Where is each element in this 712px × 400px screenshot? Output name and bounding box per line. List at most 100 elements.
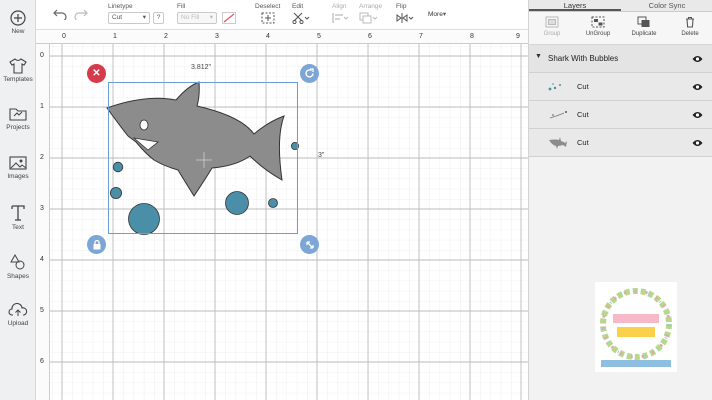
arrange-group[interactable]: Arrange: [359, 3, 382, 26]
nav-shapes[interactable]: Shapes: [0, 253, 36, 280]
folder-icon: [9, 108, 27, 121]
redo-icon[interactable]: [74, 7, 88, 25]
group-button[interactable]: Group: [529, 12, 575, 44]
edit-label: Edit: [292, 3, 304, 10]
group-icon: [545, 16, 559, 28]
ungroup-icon: [591, 16, 605, 28]
fill-label: Fill: [177, 3, 186, 10]
layer-tools: Group UnGroup Duplicate Delete: [529, 12, 712, 45]
bubbles-thumb-icon: [548, 83, 561, 91]
layer-row[interactable]: Cut: [529, 101, 712, 129]
lock-icon: [93, 239, 100, 250]
fill-color-swatch-icon[interactable]: [222, 12, 236, 24]
align-group[interactable]: Align: [332, 3, 350, 26]
nav-images-label: Images: [7, 173, 29, 180]
tab-layers[interactable]: Layers: [529, 0, 621, 11]
text-t-icon: [11, 205, 25, 221]
shirt-icon: [9, 58, 27, 74]
nav-images[interactable]: Images: [0, 155, 36, 180]
layer-label: Cut: [577, 138, 589, 147]
duplicate-icon: [637, 16, 650, 27]
design-canvas[interactable]: 0 1 2 3 4 5 6 7 8 9 0 1 2 3 4 5 6 3.812"…: [36, 30, 528, 400]
group-label: Group: [543, 31, 561, 37]
layer-label: Cut: [577, 82, 589, 91]
resize-handle[interactable]: [300, 235, 319, 254]
align-label: Align: [332, 3, 347, 10]
layer-group-row[interactable]: ▼ Shark With Bubbles: [529, 45, 712, 73]
deselect-icon: [261, 12, 275, 24]
nav-shapes-label: Shapes: [6, 273, 30, 280]
height-dimension-label: 3": [318, 152, 325, 159]
arrange-icon: [359, 12, 378, 24]
eye-icon[interactable]: [692, 55, 703, 63]
edit-group[interactable]: Edit: [292, 3, 310, 26]
scissors-icon: [292, 12, 310, 25]
align-icon: [332, 13, 349, 23]
rotate-icon: [305, 68, 314, 78]
plus-circle-icon: [10, 10, 26, 26]
layer-label: Cut: [577, 110, 589, 119]
linetype-group: Linetype Cut ▾?: [108, 3, 164, 24]
resize-diagonal-icon: [305, 240, 314, 249]
fill-value: No Fill: [181, 14, 200, 21]
duplicate-button[interactable]: Duplicate: [621, 12, 667, 44]
eye-icon[interactable]: [692, 139, 703, 147]
nav-new-label: New: [11, 28, 25, 35]
nav-upload-label: Upload: [7, 320, 29, 327]
linetype-value: Cut: [112, 14, 123, 21]
lock-handle[interactable]: [87, 235, 106, 254]
shark-thumb-icon: [549, 137, 567, 149]
eye-icon[interactable]: [692, 83, 703, 91]
bubbles-line-thumb-icon: [549, 111, 567, 119]
arrange-label: Arrange: [359, 3, 383, 10]
fill-group: Fill No Fill ▾: [177, 3, 236, 24]
delete-handle[interactable]: ✕: [87, 64, 106, 83]
shapes-icon: [10, 253, 25, 270]
rotate-handle[interactable]: [300, 64, 319, 83]
nav-text-label: Text: [12, 224, 24, 231]
nav-projects-label: Projects: [6, 124, 30, 131]
deselect-label: Deselect: [255, 3, 281, 10]
linetype-select[interactable]: Cut ▾: [108, 12, 150, 24]
chevron-down-icon: ▾: [142, 14, 146, 21]
cloud-upload-icon: [8, 302, 28, 316]
linetype-label: Linetype: [108, 3, 133, 10]
flip-group[interactable]: Flip: [396, 3, 414, 26]
image-icon: [9, 156, 27, 170]
watermark-logo: [595, 282, 677, 372]
layer-row[interactable]: Cut: [529, 129, 712, 157]
chevron-down-icon: ▾: [209, 14, 213, 21]
selection-bounding-box[interactable]: [108, 82, 298, 234]
width-dimension-label: 3.812": [191, 64, 212, 71]
flip-icon: [396, 13, 414, 23]
nav-new[interactable]: New: [0, 10, 36, 35]
layer-row[interactable]: Cut: [529, 73, 712, 101]
undo-icon[interactable]: [53, 7, 67, 25]
more-label: More: [428, 11, 443, 18]
left-navigation: New Templates Projects Images Text Shape…: [0, 0, 36, 400]
delete-button[interactable]: Delete: [667, 12, 712, 44]
caret-down-icon[interactable]: ▼: [535, 53, 542, 60]
linetype-help-button[interactable]: ?: [153, 12, 164, 24]
delete-label: Delete: [681, 31, 699, 37]
tab-color-sync[interactable]: Color Sync: [621, 0, 712, 11]
nav-upload[interactable]: Upload: [0, 302, 36, 327]
more-button[interactable]: More▾: [428, 10, 446, 18]
fill-select[interactable]: No Fill ▾: [177, 12, 217, 24]
flip-label: Flip: [396, 3, 407, 10]
layers-panel: Layers Color Sync Group UnGroup Duplicat…: [528, 0, 712, 400]
nav-text[interactable]: Text: [0, 204, 36, 231]
top-toolbar: Linetype Cut ▾? Fill No Fill ▾ Deselect Ed…: [36, 0, 528, 30]
ungroup-label: UnGroup: [585, 31, 611, 37]
nav-projects[interactable]: Projects: [0, 106, 36, 131]
nav-templates[interactable]: Templates: [0, 58, 36, 83]
group-name: Shark With Bubbles: [548, 54, 619, 63]
ungroup-button[interactable]: UnGroup: [575, 12, 621, 44]
deselect-group[interactable]: Deselect: [255, 3, 280, 26]
duplicate-label: Duplicate: [631, 31, 657, 37]
trash-icon: [686, 16, 694, 28]
eye-icon[interactable]: [692, 111, 703, 119]
panel-tabs: Layers Color Sync: [529, 0, 712, 12]
chevron-down-icon: ▾: [442, 11, 447, 18]
nav-templates-label: Templates: [3, 76, 33, 83]
